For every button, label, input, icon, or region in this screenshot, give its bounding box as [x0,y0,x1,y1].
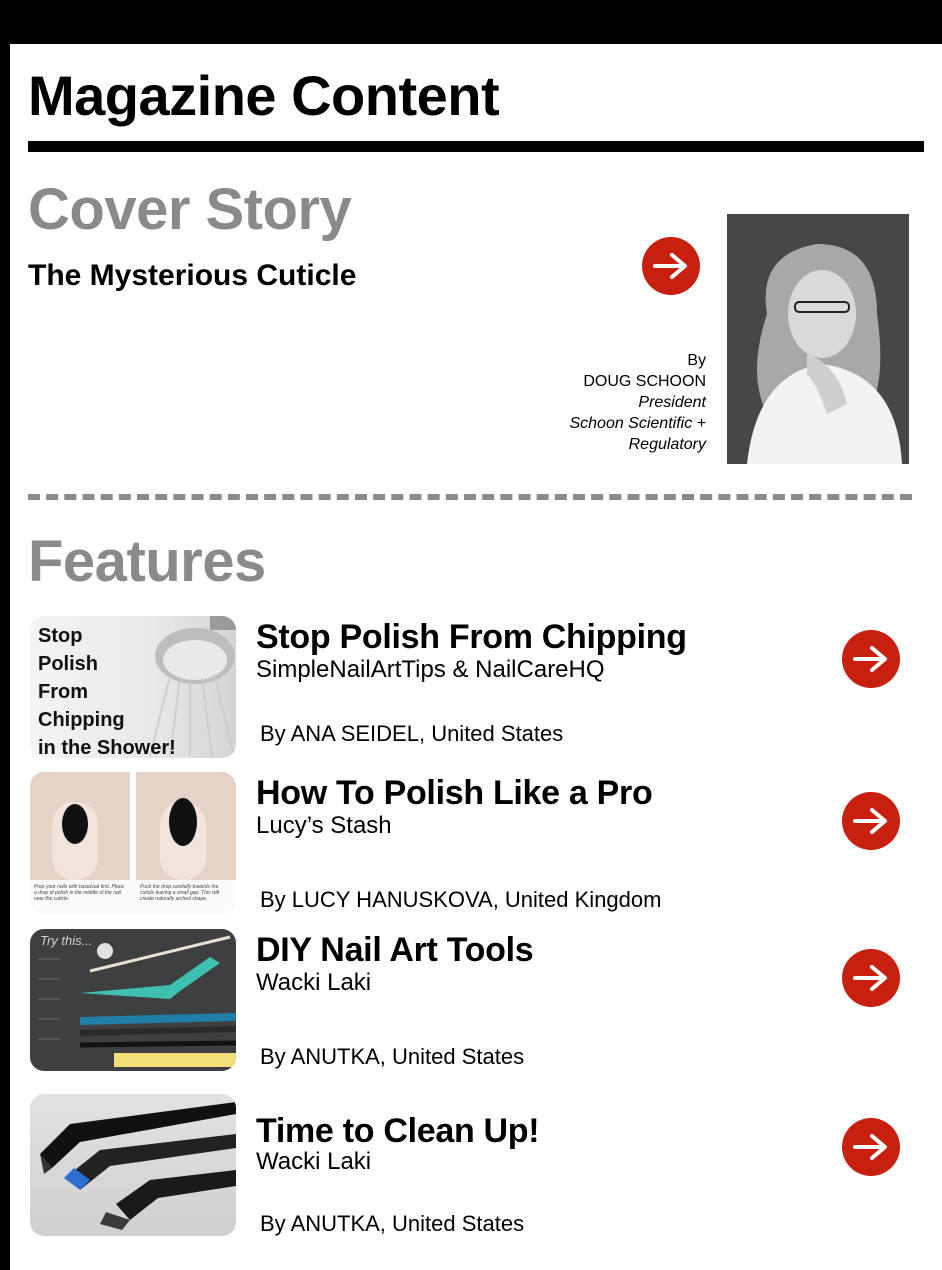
author-role: President [638,394,706,411]
feature-arrow-button[interactable] [842,1118,900,1176]
feature-title[interactable]: Stop Polish From Chipping [256,618,687,656]
author-name: DOUG SCHOON [583,373,706,390]
feature-source: Wacki Laki [256,969,372,996]
left-edge-bar [0,0,10,1270]
feature-title[interactable]: Time to Clean Up! [256,1112,540,1150]
feature-title[interactable]: How To Polish Like a Pro [256,774,653,812]
feature-source: SimpleNailArtTips & NailCareHQ [256,656,605,683]
thumbnail-label: Try this... [40,933,93,948]
feature-author: By ANUTKA, United States [260,1211,525,1236]
feature-item-diy-nail-art-tools[interactable]: Try this... DIY Nail Art Tools Wacki Lak… [30,929,910,1074]
feature-source: Lucy’s Stash [256,812,392,839]
author-org-line2: Regulatory [628,436,706,453]
feature-author: By LUCY HANUSKOVA, United Kingdom [260,887,662,912]
by-label: By [687,352,706,369]
top-status-bar [0,0,942,44]
cover-byline: By DOUG SCHOON President Schoon Scientif… [569,350,706,455]
page-title: Magazine Content [28,64,500,127]
feature-thumbnail[interactable] [30,1094,236,1236]
feature-thumbnail[interactable]: Prep your nails with basecoat first. Pla… [30,772,236,914]
author-org-line1: Schoon Scientific + [569,415,706,432]
feature-title[interactable]: DIY Nail Art Tools [256,931,534,969]
feature-arrow-button[interactable] [842,630,900,688]
feature-item-polish-like-pro[interactable]: Prep your nails with basecoat first. Pla… [30,772,910,917]
arrow-right-icon [853,646,887,672]
title-divider [28,141,924,152]
feature-author: By ANA SEIDEL, United States [260,721,564,746]
arrow-right-icon [853,1134,887,1160]
feature-arrow-button[interactable] [842,792,900,850]
feature-arrow-button[interactable] [842,949,900,1007]
arrow-right-icon [853,808,887,834]
author-photo [727,214,909,464]
arrow-right-icon [653,253,687,279]
feature-author: By ANUTKA, United States [260,1044,525,1069]
feature-thumbnail[interactable]: Try this... [30,929,236,1071]
cover-story-arrow-button[interactable] [642,237,700,295]
section-divider [28,494,912,500]
thumbnail-caption: Stop Polish From Chipping in the Shower! [38,625,176,758]
feature-thumbnail[interactable]: Stop Polish From Chipping in the Shower! [30,616,236,758]
cover-story-heading: Cover Story [28,177,352,242]
features-heading: Features [28,529,266,594]
arrow-right-icon [853,965,887,991]
feature-item-stop-polish[interactable]: Stop Polish From Chipping in the Shower!… [30,616,910,761]
feature-item-time-to-clean-up[interactable]: Time to Clean Up! Wacki Laki By ANUTKA, … [30,1094,910,1239]
cover-story-title[interactable]: The Mysterious Cuticle [28,258,356,294]
feature-source: Wacki Laki [256,1148,372,1175]
